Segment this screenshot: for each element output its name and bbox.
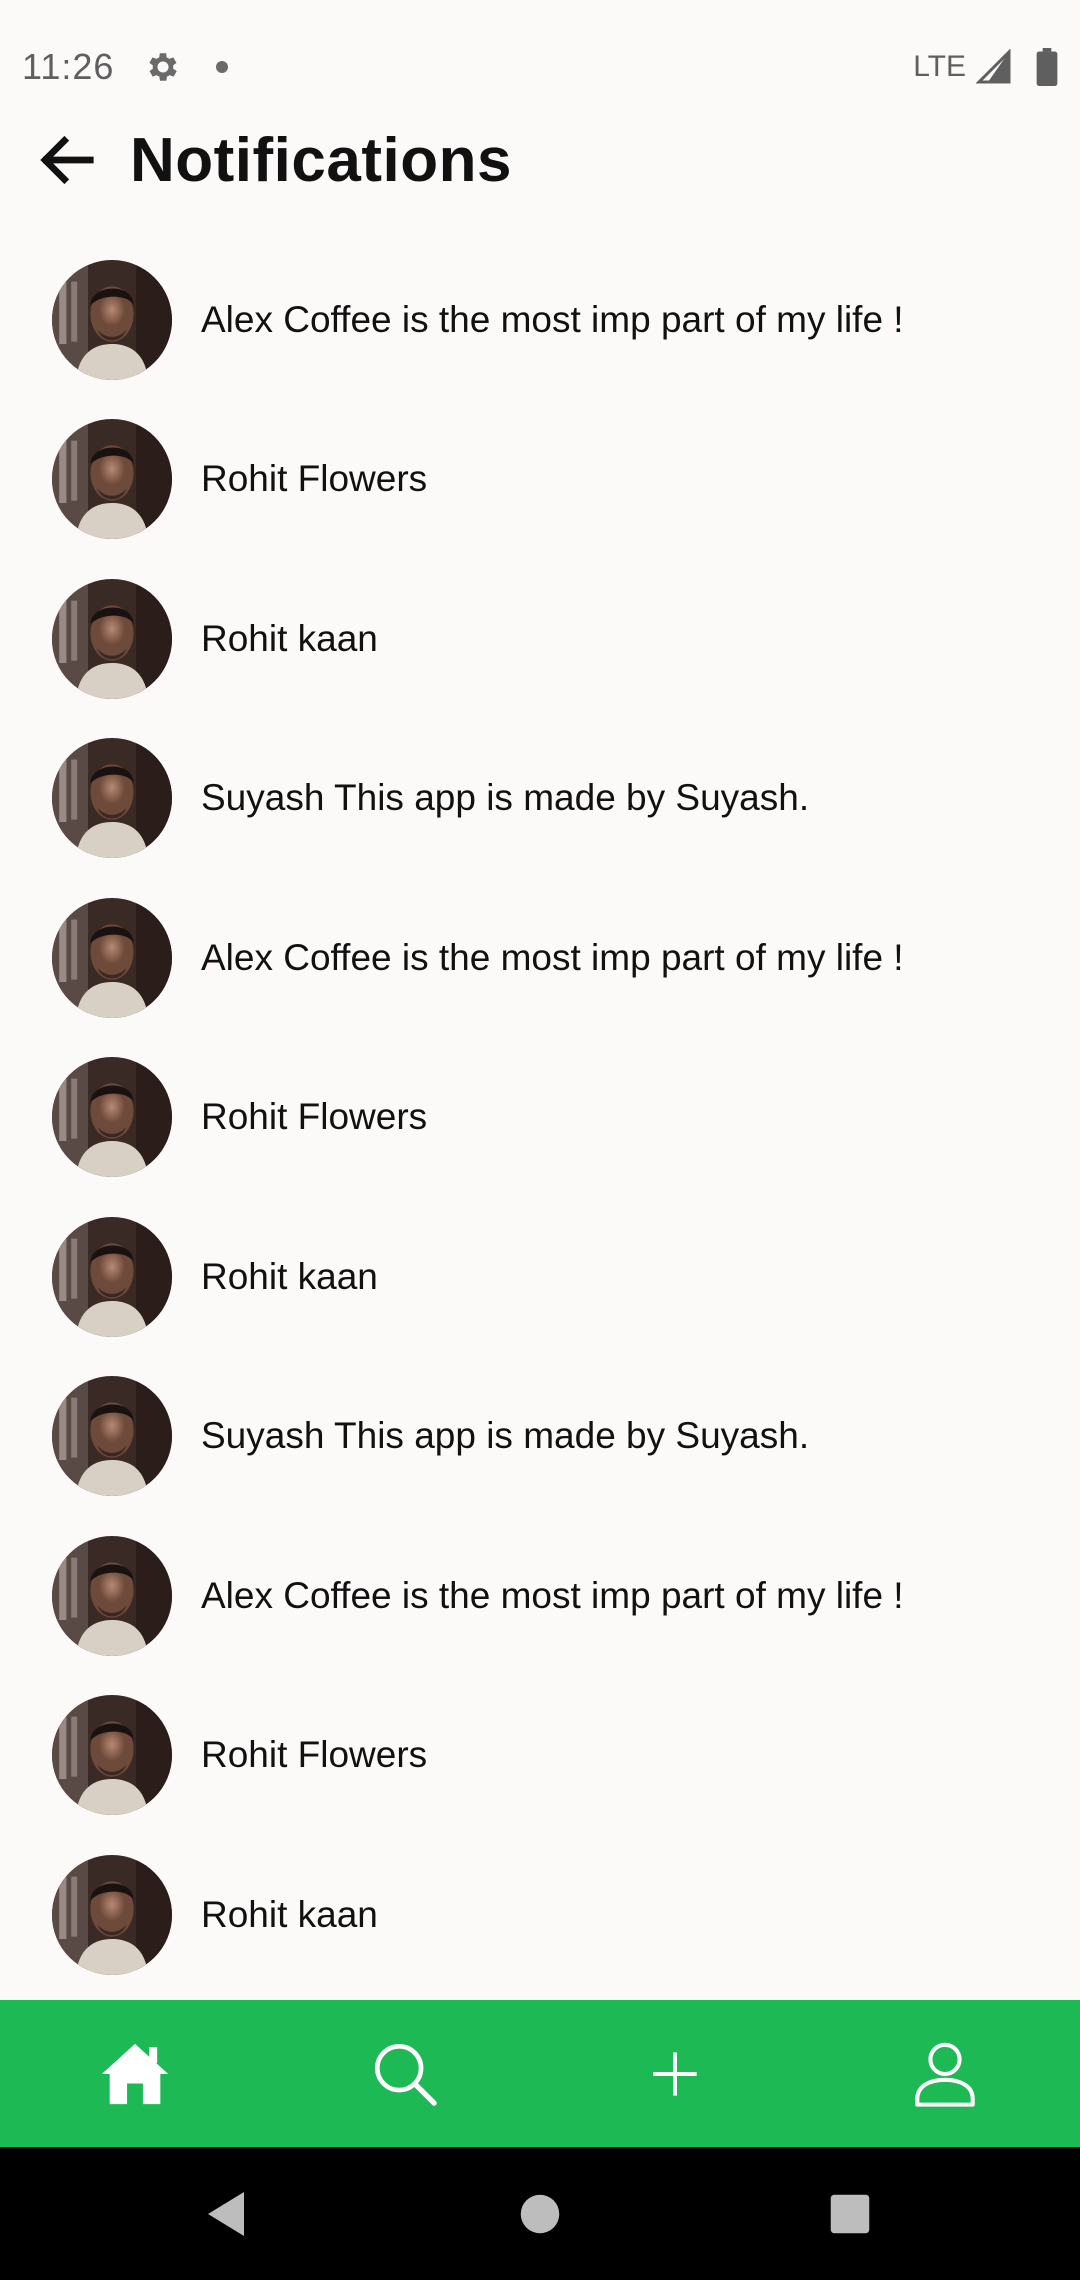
- arrow-left-icon: [40, 135, 94, 185]
- notification-item[interactable]: Rohit kaan: [0, 559, 1080, 719]
- page-title: Notifications: [130, 125, 512, 195]
- network-type: LTE: [913, 50, 966, 83]
- notification-text: Suyash This app is made by Suyash.: [201, 777, 810, 819]
- notification-text: Rohit kaan: [201, 617, 378, 659]
- nav-profile-button[interactable]: [900, 2029, 990, 2119]
- avatar[interactable]: [52, 578, 172, 699]
- back-triangle-icon[interactable]: [204, 2190, 248, 2238]
- notification-dot-icon: [216, 61, 229, 73]
- notification-item[interactable]: Rohit kaan: [0, 1197, 1080, 1357]
- back-button[interactable]: [34, 127, 100, 193]
- notification-text: Rohit kaan: [201, 1255, 378, 1297]
- notification-item[interactable]: Rohit Flowers: [0, 1038, 1080, 1198]
- signal-icon: [976, 49, 1011, 84]
- recents-square-icon[interactable]: [829, 2193, 871, 2235]
- notification-item[interactable]: Rohit Flowers: [0, 400, 1080, 560]
- notification-text: Rohit Flowers: [201, 1734, 428, 1776]
- add-icon: [653, 2051, 697, 2096]
- notification-item[interactable]: Suyash This app is made by Suyash.: [0, 719, 1080, 879]
- status-time: 11:26: [22, 46, 115, 87]
- nav-home-button[interactable]: [90, 2029, 180, 2119]
- avatar[interactable]: [52, 1535, 172, 1656]
- notification-text: Rohit Flowers: [201, 458, 428, 500]
- notification-item[interactable]: Alex Coffee is the most imp part of my l…: [0, 240, 1080, 400]
- notification-item[interactable]: Alex Coffee is the most imp part of my l…: [0, 878, 1080, 1038]
- avatar[interactable]: [52, 1216, 172, 1337]
- avatar[interactable]: [52, 1057, 172, 1178]
- app-header: Notifications: [0, 110, 1080, 210]
- avatar[interactable]: [52, 1695, 172, 1816]
- status-right-group: LTE: [913, 48, 1058, 86]
- notification-text: Suyash This app is made by Suyash.: [201, 1415, 810, 1457]
- bottom-navigation: [0, 2000, 1080, 2147]
- notification-text: Alex Coffee is the most imp part of my l…: [201, 298, 904, 340]
- settings-gear-icon: [149, 53, 178, 81]
- profile-icon: [915, 2042, 975, 2107]
- avatar[interactable]: [52, 1376, 172, 1497]
- notification-item[interactable]: Suyash This app is made by Suyash.: [0, 1357, 1080, 1517]
- battery-icon: [1036, 48, 1058, 86]
- notification-item[interactable]: Rohit kaan: [0, 1835, 1080, 1995]
- notification-text: Rohit kaan: [201, 1893, 378, 1935]
- notification-text: Alex Coffee is the most imp part of my l…: [201, 1574, 904, 1616]
- notification-item[interactable]: Alex Coffee is the most imp part of my l…: [0, 1516, 1080, 1676]
- avatar[interactable]: [52, 419, 172, 540]
- avatar[interactable]: [52, 259, 172, 380]
- notification-text: Alex Coffee is the most imp part of my l…: [201, 936, 904, 978]
- system-navigation-bar: [0, 2147, 1080, 2280]
- notification-list: Alex Coffee is the most imp part of my l…: [0, 240, 1080, 1995]
- notification-item[interactable]: Rohit Flowers: [0, 1676, 1080, 1836]
- nav-add-button[interactable]: [630, 2029, 720, 2119]
- home-circle-icon[interactable]: [519, 2193, 561, 2235]
- notifications-screen: 11:26 LTE Notifications Alex Coffee is t…: [0, 0, 1080, 2280]
- notification-text: Rohit Flowers: [201, 1096, 428, 1138]
- nav-search-button[interactable]: [360, 2029, 450, 2119]
- avatar[interactable]: [52, 1854, 172, 1975]
- home-icon: [101, 2043, 169, 2104]
- avatar[interactable]: [52, 738, 172, 859]
- search-icon: [374, 2043, 437, 2106]
- avatar[interactable]: [52, 897, 172, 1018]
